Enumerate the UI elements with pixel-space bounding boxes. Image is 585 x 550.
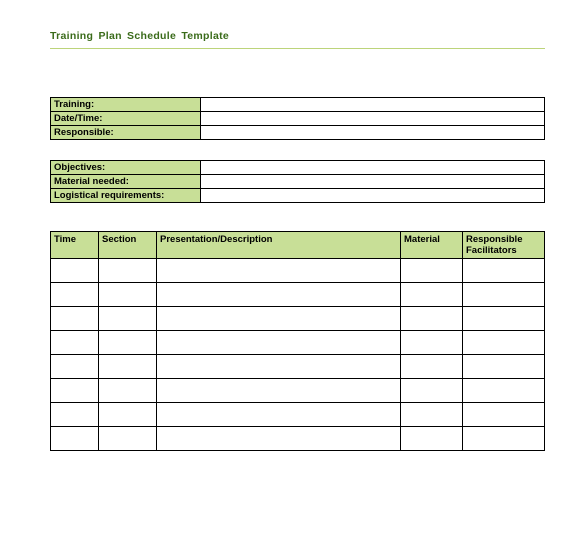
cell-section[interactable] (99, 331, 157, 355)
schedule-row (51, 283, 545, 307)
cell-time[interactable] (51, 355, 99, 379)
cell-time[interactable] (51, 259, 99, 283)
cell-material[interactable] (401, 379, 463, 403)
schedule-row (51, 355, 545, 379)
cell-responsible[interactable] (463, 331, 545, 355)
schedule-row (51, 307, 545, 331)
cell-responsible[interactable] (463, 307, 545, 331)
cell-presentation[interactable] (157, 355, 401, 379)
cell-material[interactable] (401, 307, 463, 331)
label-cell: Material needed: (51, 175, 201, 189)
value-cell[interactable] (201, 112, 545, 126)
cell-section[interactable] (99, 259, 157, 283)
cell-section[interactable] (99, 403, 157, 427)
col-header-section: Section (99, 232, 157, 259)
label-cell: Training: (51, 98, 201, 112)
cell-time[interactable] (51, 379, 99, 403)
cell-time[interactable] (51, 427, 99, 451)
value-cell[interactable] (201, 126, 545, 140)
cell-presentation[interactable] (157, 283, 401, 307)
schedule-row (51, 331, 545, 355)
cell-time[interactable] (51, 331, 99, 355)
table-row: Objectives: (51, 161, 545, 175)
cell-presentation[interactable] (157, 379, 401, 403)
cell-responsible[interactable] (463, 403, 545, 427)
cell-section[interactable] (99, 307, 157, 331)
cell-material[interactable] (401, 427, 463, 451)
value-cell[interactable] (201, 161, 545, 175)
cell-responsible[interactable] (463, 283, 545, 307)
document-page: Training Plan Schedule Template Training… (0, 0, 585, 491)
label-cell: Date/Time: (51, 112, 201, 126)
cell-responsible[interactable] (463, 427, 545, 451)
cell-presentation[interactable] (157, 403, 401, 427)
table-row: Responsible: (51, 126, 545, 140)
cell-section[interactable] (99, 355, 157, 379)
label-cell: Objectives: (51, 161, 201, 175)
info-table-2: Objectives: Material needed: Logistical … (50, 160, 545, 203)
schedule-row (51, 427, 545, 451)
cell-presentation[interactable] (157, 307, 401, 331)
schedule-table: Time Section Presentation/Description Ma… (50, 231, 545, 451)
cell-material[interactable] (401, 283, 463, 307)
cell-material[interactable] (401, 331, 463, 355)
cell-material[interactable] (401, 355, 463, 379)
table-row: Logistical requirements: (51, 189, 545, 203)
schedule-row (51, 259, 545, 283)
table-row: Training: (51, 98, 545, 112)
cell-time[interactable] (51, 283, 99, 307)
cell-presentation[interactable] (157, 427, 401, 451)
col-header-responsible: Responsible Facilitators (463, 232, 545, 259)
value-cell[interactable] (201, 98, 545, 112)
schedule-row (51, 403, 545, 427)
cell-time[interactable] (51, 307, 99, 331)
cell-section[interactable] (99, 427, 157, 451)
col-header-time: Time (51, 232, 99, 259)
cell-responsible[interactable] (463, 379, 545, 403)
cell-responsible[interactable] (463, 355, 545, 379)
col-header-material: Material (401, 232, 463, 259)
cell-presentation[interactable] (157, 259, 401, 283)
cell-responsible[interactable] (463, 259, 545, 283)
value-cell[interactable] (201, 175, 545, 189)
cell-material[interactable] (401, 259, 463, 283)
cell-time[interactable] (51, 403, 99, 427)
col-header-presentation: Presentation/Description (157, 232, 401, 259)
cell-section[interactable] (99, 379, 157, 403)
schedule-row (51, 379, 545, 403)
label-cell: Responsible: (51, 126, 201, 140)
cell-material[interactable] (401, 403, 463, 427)
value-cell[interactable] (201, 189, 545, 203)
info-table-1: Training: Date/Time: Responsible: (50, 97, 545, 140)
table-row: Date/Time: (51, 112, 545, 126)
table-row: Material needed: (51, 175, 545, 189)
label-cell: Logistical requirements: (51, 189, 201, 203)
page-title: Training Plan Schedule Template (50, 30, 545, 42)
title-rule (50, 48, 545, 49)
cell-presentation[interactable] (157, 331, 401, 355)
cell-section[interactable] (99, 283, 157, 307)
schedule-header-row: Time Section Presentation/Description Ma… (51, 232, 545, 259)
